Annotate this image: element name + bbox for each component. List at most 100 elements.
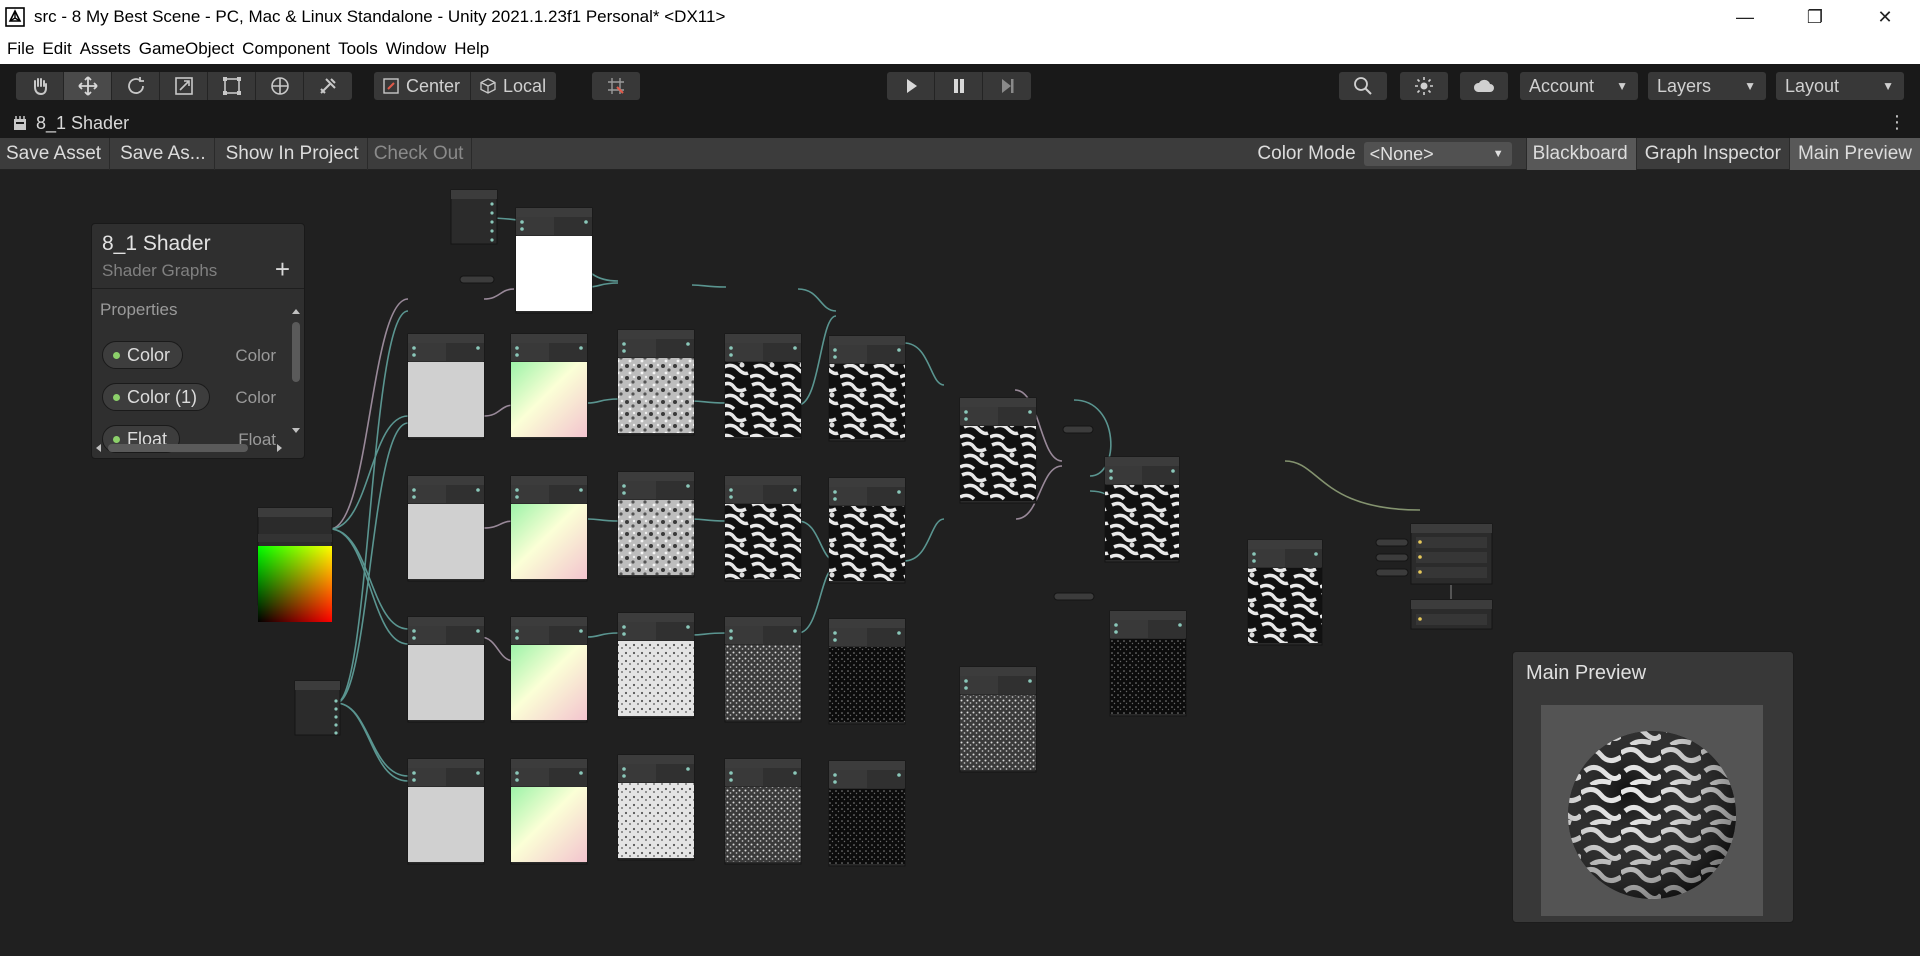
add-node[interactable] bbox=[959, 397, 1037, 504]
layout-dropdown[interactable]: Layout ▼ bbox=[1776, 72, 1904, 100]
shader-graph-icon bbox=[12, 115, 28, 131]
scale-tool-button[interactable] bbox=[160, 72, 208, 100]
save-as-button[interactable]: Save As... bbox=[110, 137, 215, 170]
move-tool-button[interactable] bbox=[64, 72, 112, 100]
window-title: src - 8 My Best Scene - PC, Mac & Linux … bbox=[34, 7, 726, 26]
unity-logo-icon bbox=[4, 6, 26, 28]
search-button[interactable] bbox=[1339, 72, 1387, 100]
blackboard-vertical-scrollbar[interactable] bbox=[290, 308, 302, 434]
tab-shader-graph[interactable]: 8_1 Shader bbox=[36, 113, 129, 134]
blackboard-toggle[interactable]: Blackboard bbox=[1525, 138, 1637, 170]
hand-tool-button[interactable] bbox=[16, 72, 64, 100]
multiply-node[interactable] bbox=[407, 475, 485, 582]
pivot-mode-button[interactable]: Center bbox=[374, 72, 472, 100]
pivot-toggles: Center Local bbox=[374, 72, 557, 100]
multiply-node[interactable] bbox=[407, 333, 485, 440]
multiply-node[interactable] bbox=[828, 618, 906, 725]
show-in-project-button[interactable]: Show In Project bbox=[215, 137, 368, 170]
search-icon bbox=[1354, 77, 1372, 95]
multiply-node[interactable] bbox=[407, 616, 485, 723]
gradient-noise-node[interactable] bbox=[617, 612, 695, 719]
grid-snap-button[interactable] bbox=[592, 72, 640, 100]
master-stack[interactable] bbox=[1375, 523, 1493, 630]
add-node[interactable] bbox=[1247, 539, 1323, 646]
menu-edit[interactable]: Edit bbox=[41, 39, 78, 59]
graph-canvas[interactable]: 8_1 Shader Shader Graphs + Properties Co… bbox=[0, 171, 1920, 956]
multiply-node[interactable] bbox=[828, 760, 906, 867]
play-button[interactable] bbox=[887, 72, 935, 100]
property-color-1[interactable]: Color (1) bbox=[102, 383, 211, 411]
pivot-rotation-button[interactable]: Local bbox=[471, 72, 556, 100]
account-dropdown[interactable]: Account ▼ bbox=[1520, 72, 1638, 100]
menu-help[interactable]: Help bbox=[453, 39, 496, 59]
gradient-noise-node[interactable] bbox=[617, 329, 695, 436]
close-button[interactable]: ✕ bbox=[1850, 0, 1920, 34]
add-node[interactable] bbox=[510, 758, 588, 865]
add-node[interactable] bbox=[724, 333, 802, 440]
move-icon bbox=[77, 76, 98, 96]
properties-section-label: Properties bbox=[100, 300, 178, 319]
time-node[interactable] bbox=[294, 680, 341, 736]
main-preview-panel[interactable]: Main Preview bbox=[1512, 651, 1794, 923]
blackboard-horizontal-scrollbar[interactable] bbox=[94, 441, 284, 455]
snap-group bbox=[592, 72, 640, 100]
collab-icon bbox=[1415, 77, 1433, 95]
add-node[interactable] bbox=[724, 616, 802, 723]
menu-window[interactable]: Window bbox=[385, 39, 453, 59]
save-asset-button[interactable]: Save Asset bbox=[0, 137, 111, 170]
multiply-node[interactable] bbox=[515, 207, 593, 314]
blackboard-divider bbox=[92, 288, 304, 289]
menu-tools[interactable]: Tools bbox=[337, 39, 385, 59]
gradient-noise-node[interactable] bbox=[617, 754, 695, 861]
gradient-noise-node[interactable] bbox=[617, 471, 695, 578]
menu-gameobject[interactable]: GameObject bbox=[138, 39, 241, 59]
cloud-button[interactable] bbox=[1460, 72, 1508, 100]
check-out-button[interactable]: Check Out bbox=[368, 137, 473, 170]
menu-assets[interactable]: Assets bbox=[79, 39, 138, 59]
time-node[interactable] bbox=[450, 189, 498, 245]
custom-tool-button[interactable] bbox=[304, 72, 352, 100]
property-type: Color bbox=[235, 388, 276, 407]
add-node[interactable] bbox=[510, 616, 588, 723]
minimize-button[interactable]: — bbox=[1710, 0, 1780, 34]
multiply-node[interactable] bbox=[828, 335, 906, 442]
add-node[interactable] bbox=[1109, 610, 1187, 717]
layout-label: Layout bbox=[1785, 75, 1840, 96]
blackboard-panel[interactable]: 8_1 Shader Shader Graphs + Properties Co… bbox=[91, 223, 305, 459]
more-options-icon[interactable]: ⋮ bbox=[1888, 112, 1906, 133]
color-mode-label: Color Mode bbox=[1257, 143, 1356, 164]
pause-button[interactable] bbox=[935, 72, 983, 100]
step-icon bbox=[1002, 79, 1014, 93]
float-input[interactable] bbox=[459, 275, 495, 284]
restore-button[interactable]: ❐ bbox=[1780, 0, 1850, 34]
menu-file[interactable]: File bbox=[6, 39, 41, 59]
graph-toolbar: Save Asset Save As... Show In Project Ch… bbox=[0, 137, 1920, 170]
rect-transform-icon bbox=[222, 77, 241, 95]
rotate-tool-button[interactable] bbox=[112, 72, 160, 100]
property-dot-icon bbox=[113, 393, 120, 401]
layers-dropdown[interactable]: Layers ▼ bbox=[1648, 72, 1766, 100]
uv-node[interactable] bbox=[257, 507, 333, 622]
transform-tool-button[interactable] bbox=[256, 72, 304, 100]
rect-tool-button[interactable] bbox=[208, 72, 256, 100]
add-node[interactable] bbox=[510, 475, 588, 582]
add-property-button[interactable]: + bbox=[275, 254, 290, 285]
multiply-node[interactable] bbox=[407, 758, 485, 865]
main-preview-toggle[interactable]: Main Preview bbox=[1789, 138, 1920, 170]
add-node[interactable] bbox=[724, 758, 802, 865]
add-node[interactable] bbox=[959, 666, 1037, 773]
property-node[interactable] bbox=[1062, 425, 1094, 434]
color-mode-dropdown[interactable]: <None> ▼ bbox=[1363, 142, 1512, 166]
step-button[interactable] bbox=[983, 72, 1031, 100]
property-node[interactable] bbox=[1053, 592, 1095, 601]
graph-inspector-toggle[interactable]: Graph Inspector bbox=[1637, 138, 1790, 170]
property-color[interactable]: Color bbox=[102, 341, 184, 369]
add-node[interactable] bbox=[510, 333, 588, 440]
multiply-node[interactable] bbox=[828, 477, 906, 584]
main-preview-viewport[interactable] bbox=[1541, 705, 1763, 916]
add-node[interactable] bbox=[1104, 456, 1180, 563]
collab-button[interactable] bbox=[1400, 72, 1448, 100]
menu-component[interactable]: Component bbox=[241, 39, 337, 59]
transform-tools bbox=[16, 72, 352, 100]
add-node[interactable] bbox=[724, 475, 802, 582]
